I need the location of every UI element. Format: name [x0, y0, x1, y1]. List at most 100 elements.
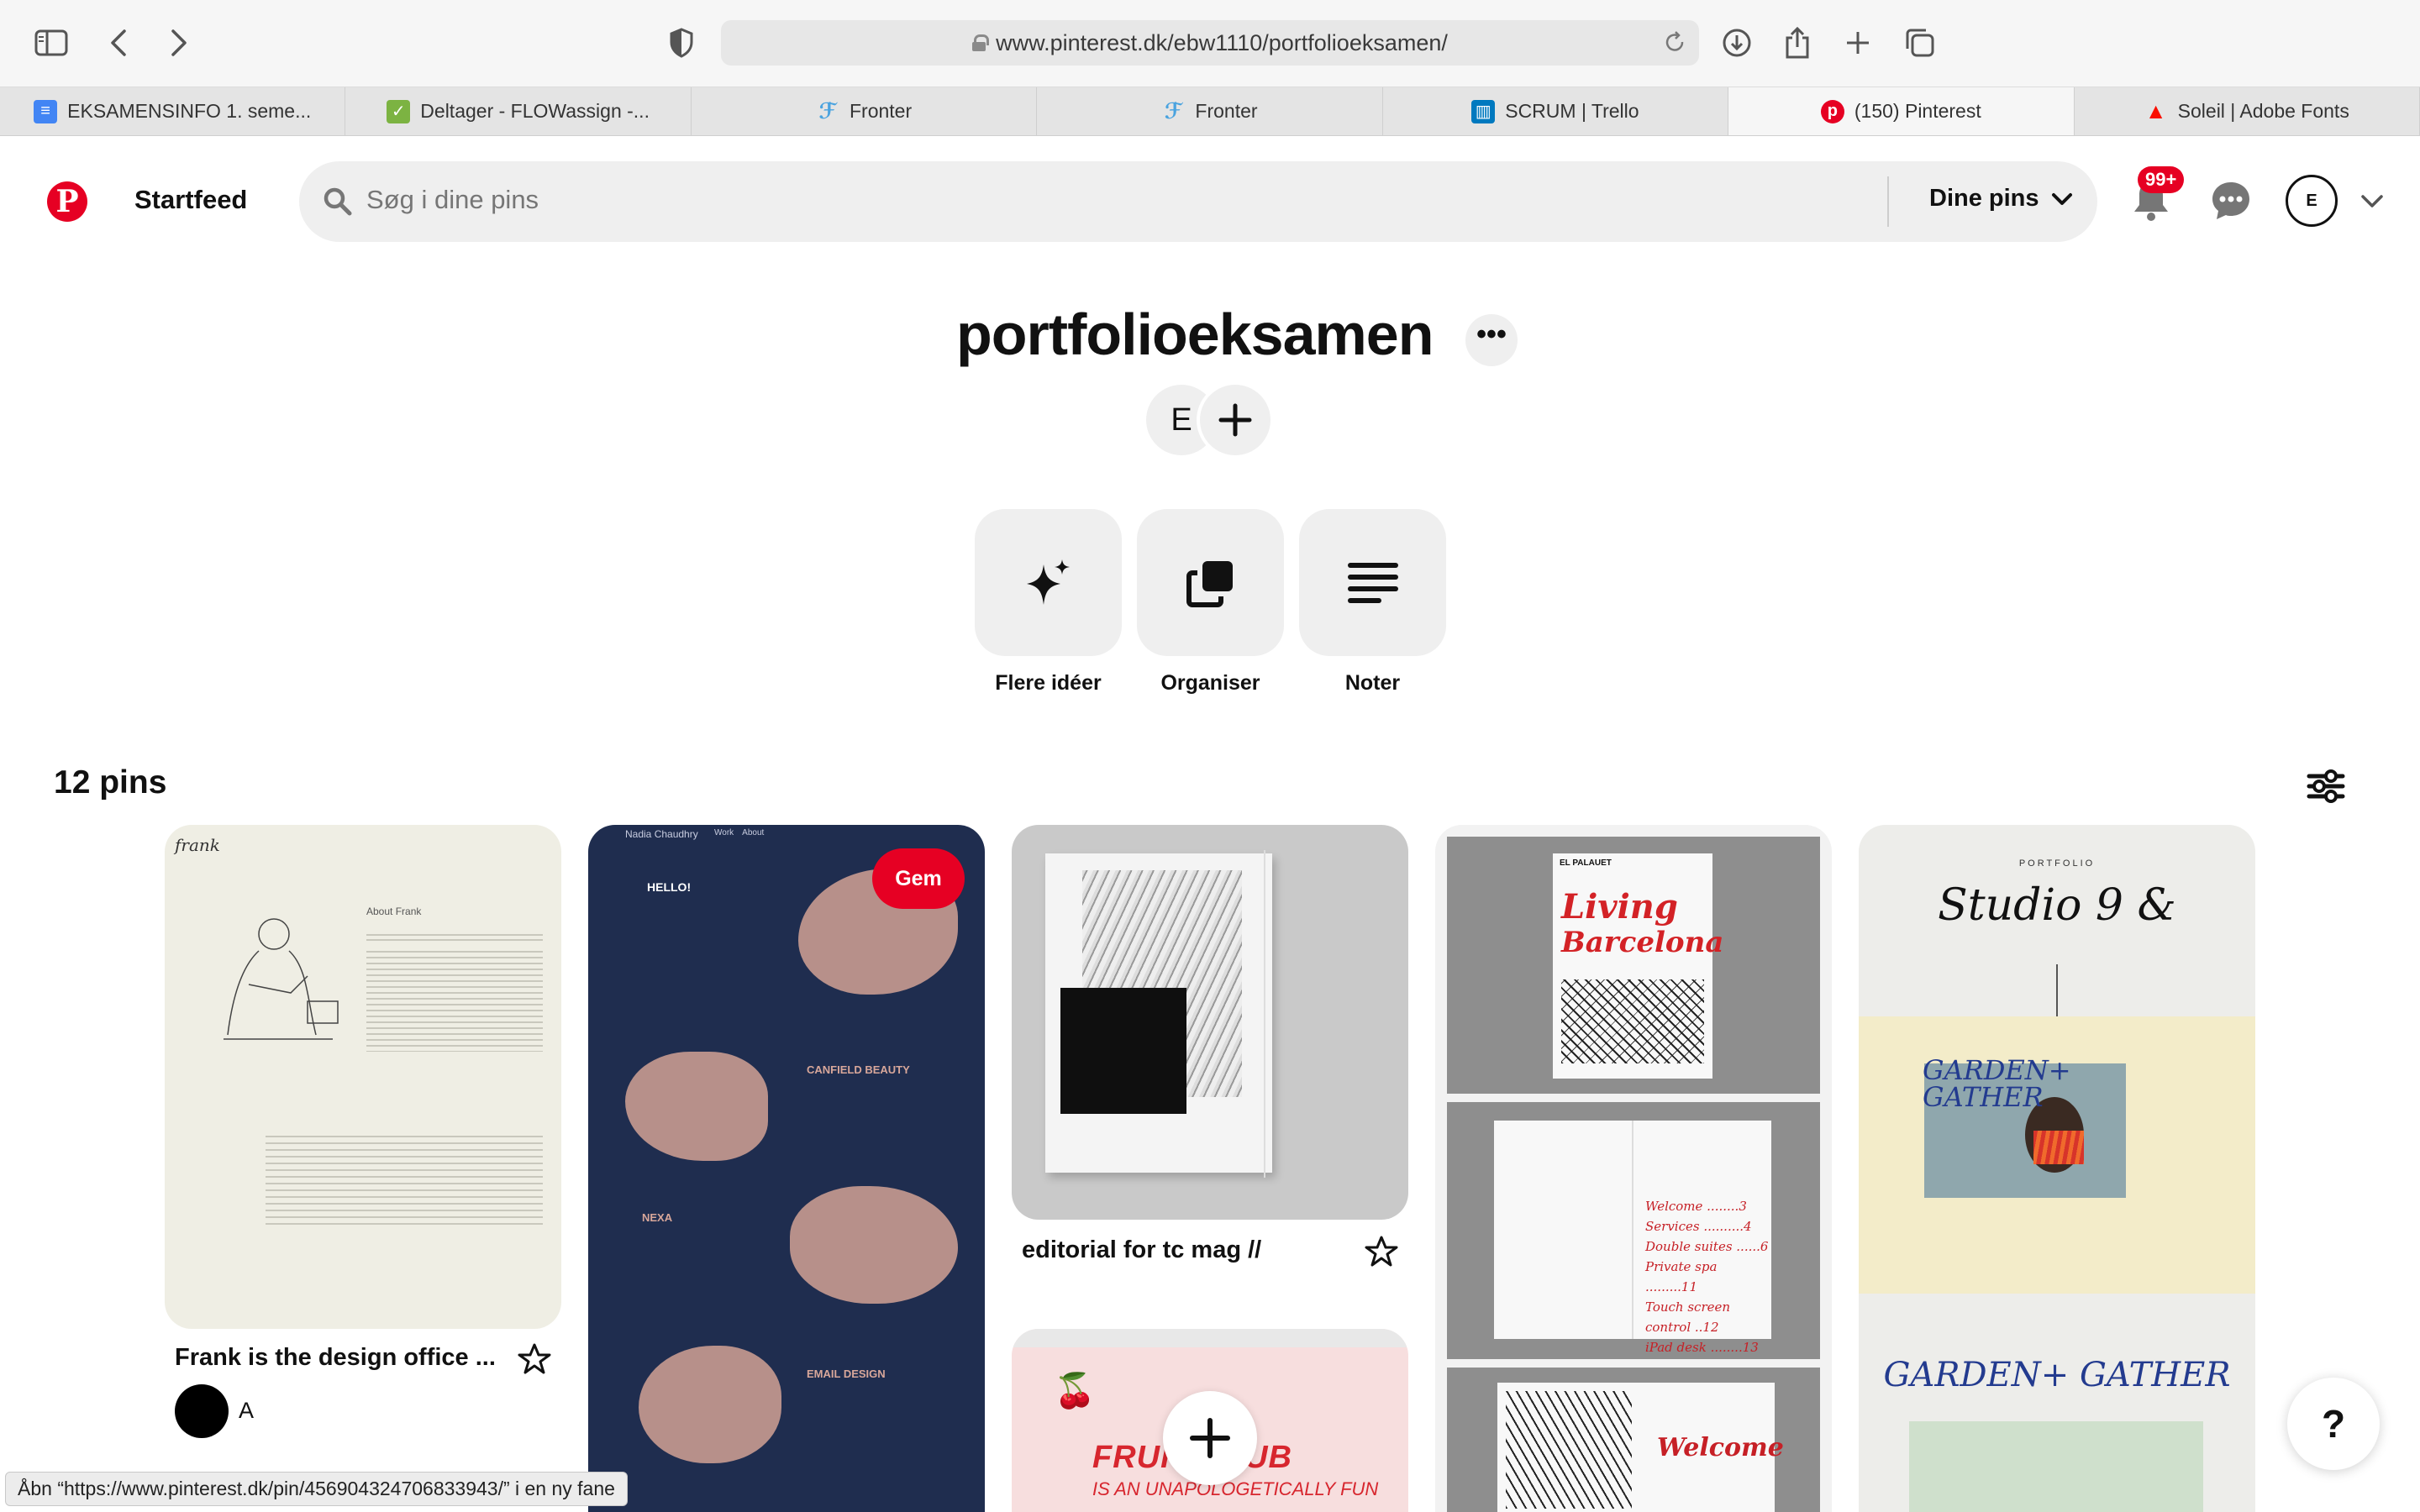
board-more-button[interactable]: ••• — [1465, 314, 1518, 366]
action-label: Noter — [1344, 671, 1401, 695]
pin-title[interactable]: Frank is the design office ... — [175, 1344, 496, 1372]
forward-icon[interactable] — [160, 24, 198, 62]
help-button[interactable]: ? — [2287, 1378, 2380, 1470]
tab-fronter-1[interactable]: ℱ Fronter — [692, 87, 1038, 135]
tab-label: (150) Pinterest — [1854, 100, 1981, 122]
toc-line: Services ..........4 — [1645, 1219, 1752, 1234]
cherry-icon: 🍒 — [1054, 1373, 1096, 1410]
downloads-icon[interactable] — [1718, 24, 1756, 62]
pin-editorial[interactable] — [1012, 825, 1408, 1220]
pin-section: NEXA — [642, 1211, 673, 1224]
tab-adobe-fonts[interactable]: ▲ Soleil | Adobe Fonts — [2075, 87, 2420, 135]
pinterest-logo[interactable]: P — [47, 181, 87, 222]
portfolio-label: PORTFOLIO — [2018, 858, 2096, 869]
action-label: Flere idéer — [995, 671, 1102, 695]
pin-logo-text: frank — [175, 835, 220, 855]
pin-author-name[interactable]: A — [239, 1398, 254, 1424]
toc-line: Private spa .........11 — [1645, 1259, 1718, 1294]
pin-nadia[interactable]: Nadia Chaudhry Work About HELLO! CANFIEL… — [588, 825, 985, 1512]
magazine-page — [1045, 853, 1272, 1173]
garden-script-large: GARDEN+ GATHER — [1883, 1356, 2231, 1394]
cover-headline: Barcelona — [1561, 926, 1724, 959]
pin-section: EMAIL DESIGN — [807, 1368, 886, 1380]
nav-item: Work — [714, 828, 734, 837]
url-text: www.pinterest.dk/ebw1110/portfolioeksame… — [996, 29, 1448, 55]
more-ideas-button[interactable] — [975, 509, 1122, 656]
text-placeholder — [366, 951, 543, 1052]
account-avatar[interactable]: E — [2286, 175, 2338, 227]
save-button[interactable]: Gem — [872, 848, 965, 909]
pin-title[interactable]: editorial for tc mag // — [1022, 1236, 1261, 1264]
reload-icon[interactable] — [1662, 30, 1687, 55]
divider-line — [2056, 964, 2058, 1023]
flow-icon: ✓ — [387, 99, 411, 123]
magazine-photo: EL PALAUET Living Barcelona — [1447, 837, 1820, 1094]
scope-label: Dine pins — [1929, 185, 2039, 212]
account-menu-chevron-icon[interactable] — [2360, 188, 2385, 213]
add-pin-button[interactable] — [1163, 1391, 1257, 1485]
star-icon[interactable] — [518, 1342, 551, 1376]
star-icon[interactable] — [1365, 1235, 1398, 1268]
browser-chrome-strip — [1012, 1329, 1408, 1347]
notification-badge: 99+ — [2138, 166, 2185, 193]
add-collaborator-button[interactable] — [1197, 381, 1274, 459]
organize-action[interactable]: Organiser — [1137, 509, 1284, 696]
organize-button[interactable] — [1137, 509, 1284, 656]
sketch-illustration — [1506, 1391, 1632, 1509]
chevron-down-icon — [2051, 192, 2072, 205]
status-bar-link-preview: Åbn “https://www.pinterest.dk/pin/456904… — [5, 1472, 628, 1506]
project-blob — [639, 1346, 781, 1463]
adobe-icon: ▲ — [2144, 98, 2167, 123]
filter-settings-icon[interactable] — [2306, 766, 2346, 806]
more-ideas-action[interactable]: Flere idéer — [975, 509, 1122, 696]
startfeed-link[interactable]: Startfeed — [134, 185, 247, 215]
pin-studio-9[interactable]: PORTFOLIO Studio 9 & GARDEN+ GATHER GARD… — [1859, 825, 2255, 1512]
magazine-photo: Welcome ........3 Services ..........4 D… — [1447, 1102, 1820, 1359]
docs-icon: ≡ — [34, 99, 58, 123]
cover-tag: EL PALAUET — [1560, 858, 1612, 868]
table-of-contents: Welcome ........3 Services ..........4 D… — [1645, 1196, 1771, 1357]
toc-line: Double suites ......6 — [1645, 1239, 1769, 1254]
tab-pinterest[interactable]: p (150) Pinterest — [1728, 87, 2075, 135]
pinterest-icon: p — [1820, 99, 1844, 123]
toc-line: Welcome ........3 — [1645, 1199, 1747, 1214]
sparkle-icon — [1026, 559, 1070, 605]
messages-icon[interactable] — [2210, 180, 2252, 222]
sidebar-toggle-icon[interactable] — [32, 24, 71, 62]
notes-button[interactable] — [1299, 509, 1446, 656]
pin-author-avatar[interactable] — [175, 1384, 229, 1438]
magazine-cover: EL PALAUET Living Barcelona — [1553, 853, 1723, 1079]
board-actions: Flere idéer Organiser Noter — [975, 509, 1446, 696]
pin-living-barcelona[interactable]: EL PALAUET Living Barcelona Welcome ....… — [1435, 825, 1832, 1512]
pin-frank[interactable]: frank About Frank — [165, 825, 561, 1329]
illustration-sketch-icon — [224, 918, 339, 1040]
search-input[interactable]: Søg i dine pins — [366, 185, 539, 215]
project-blob — [625, 1052, 768, 1161]
plus-icon — [1190, 1418, 1230, 1458]
tab-label: Fronter — [849, 100, 913, 122]
tab-eksamensinfo[interactable]: ≡ EKSAMENSINFO 1. seme... — [0, 87, 346, 135]
tab-overview-icon[interactable] — [1901, 24, 1939, 62]
tab-strip: ≡ EKSAMENSINFO 1. seme... ✓ Deltager - F… — [0, 87, 2420, 136]
share-icon[interactable] — [1778, 24, 1817, 62]
fronter-icon: ℱ — [1164, 98, 1182, 123]
scope-dropdown[interactable]: Dine pins — [1929, 185, 2073, 213]
back-icon[interactable] — [99, 24, 138, 62]
tab-trello[interactable]: ▥ SCRUM | Trello — [1383, 87, 1729, 135]
action-label: Organiser — [1160, 671, 1260, 695]
search-bar[interactable]: Søg i dine pins Dine pins — [299, 161, 2097, 242]
board-title: portfolioeksamen — [956, 302, 1434, 367]
pin-hello: HELLO! — [647, 880, 692, 894]
new-tab-icon[interactable] — [1839, 24, 1877, 62]
tab-fronter-2[interactable]: ℱ Fronter — [1037, 87, 1383, 135]
sketch-illustration — [1561, 979, 1704, 1063]
notes-action[interactable]: Noter — [1299, 509, 1446, 696]
address-bar[interactable]: www.pinterest.dk/ebw1110/portfolioeksame… — [721, 20, 1699, 66]
magazine-spread: Welcome ........3 Services ..........4 D… — [1494, 1121, 1771, 1355]
garden-script: GARDEN+ GATHER — [1923, 1054, 2071, 1113]
garden-card — [1909, 1421, 2203, 1512]
privacy-shield-icon[interactable] — [662, 24, 701, 62]
chili-shape — [2033, 1131, 2084, 1164]
tab-flowassign[interactable]: ✓ Deltager - FLOWassign -... — [345, 87, 692, 135]
spread-spine — [1632, 1121, 1634, 1339]
